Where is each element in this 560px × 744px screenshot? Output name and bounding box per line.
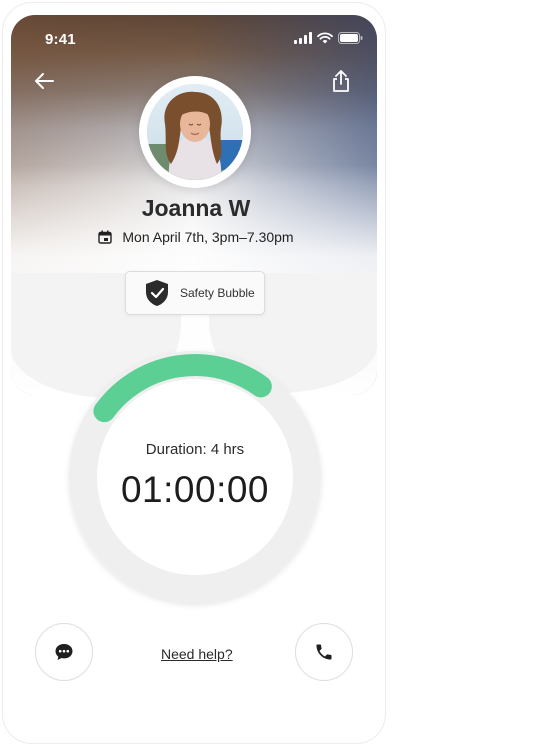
timer: Duration: 4 hrs 01:00:00 [55, 337, 335, 617]
chat-button[interactable] [35, 623, 93, 681]
avatar [147, 84, 243, 180]
status-icons [294, 32, 363, 44]
phone-icon [316, 644, 332, 660]
date-time-text: Mon April 7th, 3pm–7.30pm [122, 229, 294, 245]
phone-screen: 9:41 Joanna W Mon April 7th, 3pm–7.30pm … [2, 2, 386, 744]
wifi-icon [317, 32, 333, 44]
need-help-link[interactable]: Need help? [161, 646, 233, 662]
arrow-left-icon [35, 73, 54, 89]
battery-icon [338, 32, 363, 44]
chat-bubble-icon [55, 644, 73, 660]
elapsed-time: 01:00:00 [120, 469, 270, 510]
safety-bubble-button[interactable]: Safety Bubble [125, 271, 265, 315]
shield-check-icon [146, 280, 168, 306]
profile-name: Joanna W [141, 195, 251, 221]
safety-bubble-label: Safety Bubble [180, 286, 255, 300]
share-button[interactable] [329, 69, 353, 95]
status-bar: 9:41 [11, 15, 377, 55]
calendar-icon [98, 230, 113, 244]
date-row: Mon April 7th, 3pm–7.30pm [3, 229, 385, 245]
duration-label: Duration: 4 hrs [145, 441, 245, 458]
back-button[interactable] [31, 69, 57, 95]
signal-icon [294, 32, 312, 44]
avatar-ring [139, 76, 251, 188]
avatar-photo [147, 84, 243, 180]
share-icon [333, 70, 349, 92]
call-button[interactable] [295, 623, 353, 681]
status-time: 9:41 [45, 31, 76, 48]
